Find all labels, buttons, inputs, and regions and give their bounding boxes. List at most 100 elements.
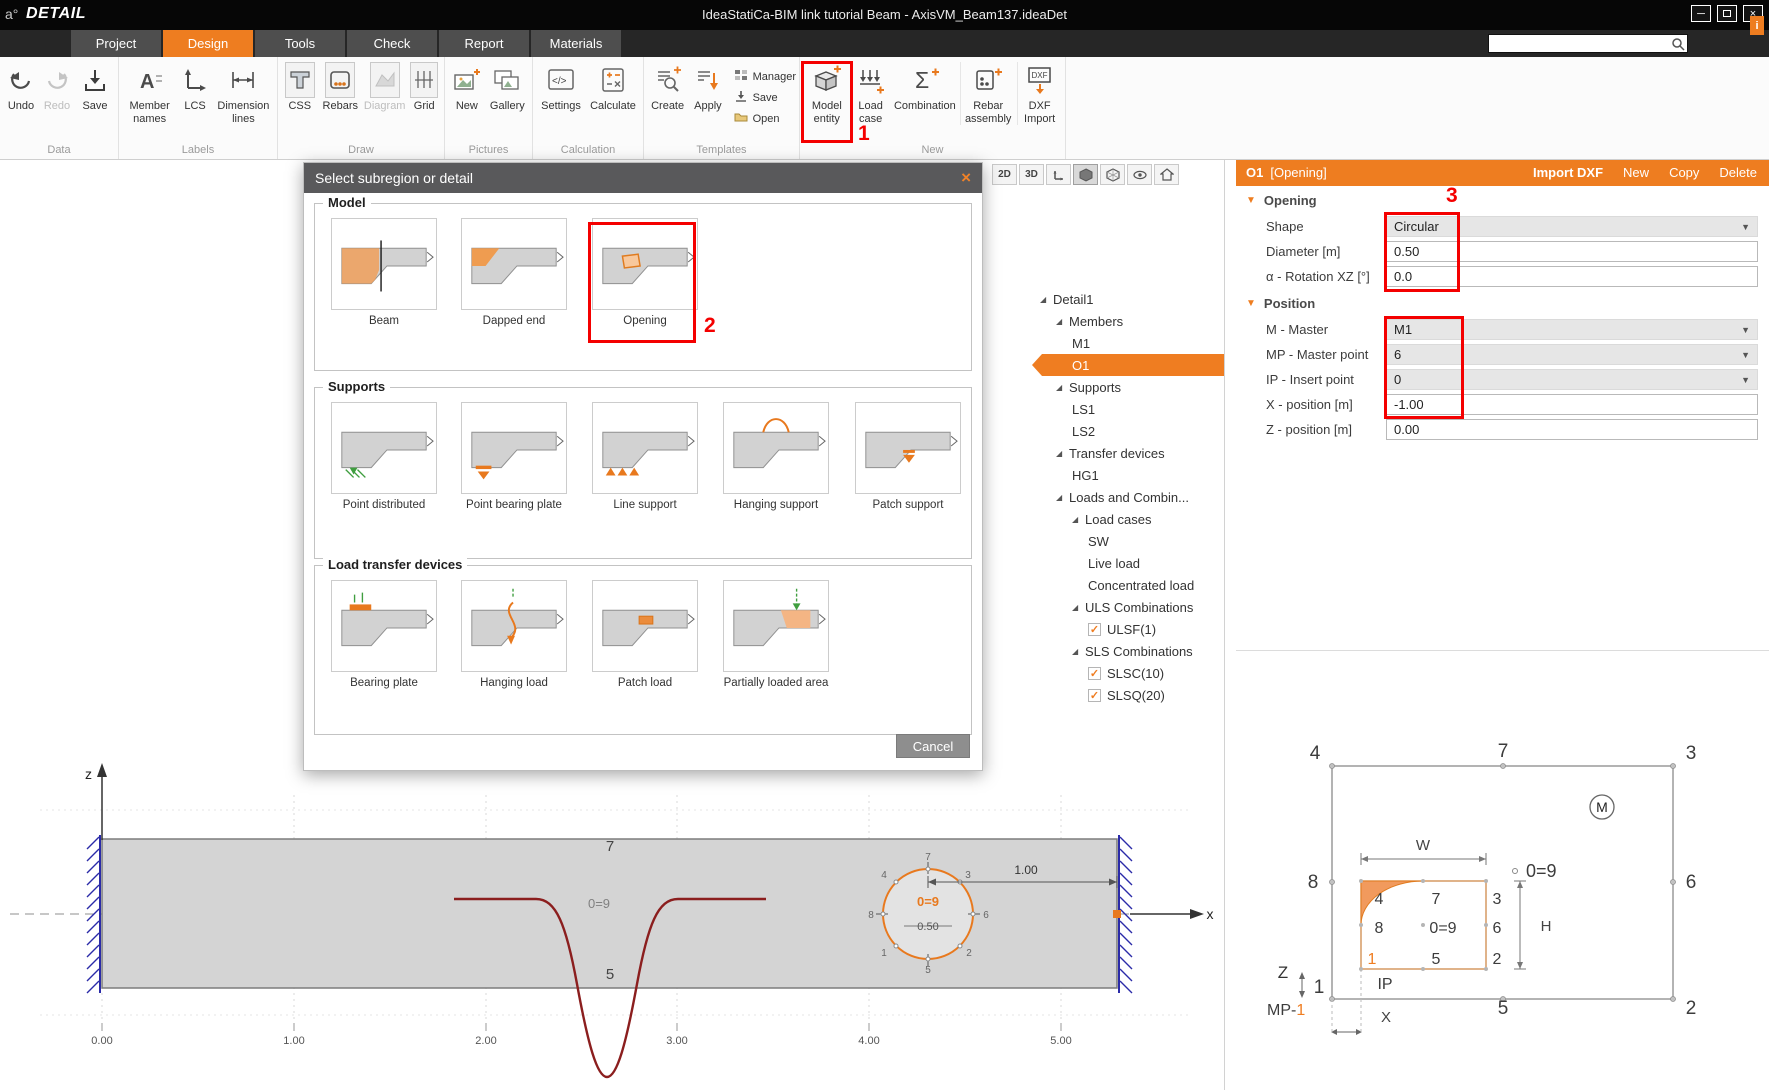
combination-button[interactable]: Σ Combination — [892, 62, 959, 113]
thumb-patch-support[interactable]: Patch support — [855, 402, 961, 511]
search-input[interactable] — [1489, 35, 1669, 52]
rebars-button[interactable]: Rebars — [320, 62, 361, 113]
template-open-button[interactable]: Open — [734, 108, 796, 129]
info-button[interactable]: i — [1750, 16, 1764, 35]
dimension-lines-button[interactable]: Dimension lines — [214, 62, 273, 125]
tree-item-detail1[interactable]: ◢Detail1 — [1030, 288, 1224, 310]
lcs-button[interactable]: LCS — [178, 62, 212, 113]
lcs-icon — [182, 62, 208, 98]
checkbox-checked[interactable]: ✓ — [1088, 667, 1101, 680]
tree-item-load-cases[interactable]: ◢Load cases — [1030, 508, 1224, 530]
tree-item-slsc10[interactable]: ✓SLSC(10) — [1030, 662, 1224, 684]
thumb-hanging-load[interactable]: Hanging load — [461, 580, 567, 689]
dxf-import-button[interactable]: DXF DXF Import — [1017, 62, 1061, 125]
copy-entity-button[interactable]: Copy — [1669, 165, 1699, 180]
tree-item-ls1[interactable]: LS1 — [1030, 398, 1224, 420]
view-2d-button[interactable]: 2D — [992, 164, 1017, 185]
css-button[interactable]: CSS — [282, 62, 318, 113]
cancel-button[interactable]: Cancel — [896, 734, 970, 758]
chevron-down-icon: ▼ — [1246, 298, 1256, 309]
thumb-patch-load[interactable]: Patch load — [592, 580, 698, 689]
tab-materials[interactable]: Materials — [531, 30, 621, 57]
calculate-button[interactable]: Calculate — [587, 62, 639, 113]
thumb-line-support[interactable]: Line support — [592, 402, 698, 511]
import-dxf-button[interactable]: Import DXF — [1533, 165, 1603, 180]
point-bearing-plate-thumbnail-image — [461, 402, 567, 494]
tree-item-m1[interactable]: M1 — [1030, 332, 1224, 354]
section-opening[interactable]: ▼ Opening — [1236, 186, 1769, 214]
thumb-dapped-end[interactable]: Dapped end — [461, 218, 567, 327]
view-wireframe-button[interactable] — [1100, 164, 1125, 185]
tab-design[interactable]: Design — [163, 30, 253, 57]
maximize-button[interactable] — [1717, 5, 1737, 22]
checkbox-checked[interactable]: ✓ — [1088, 623, 1101, 636]
svg-text:3: 3 — [1493, 891, 1502, 908]
beam-thumbnail-image — [331, 218, 437, 310]
delete-entity-button[interactable]: Delete — [1719, 165, 1757, 180]
tree-item-ulsf1[interactable]: ✓ULSF(1) — [1030, 618, 1224, 640]
svg-text:2: 2 — [1493, 951, 1502, 968]
template-save-button[interactable]: Save — [734, 87, 796, 108]
save-button[interactable]: Save — [76, 62, 114, 113]
settings-button[interactable]: </> Settings — [537, 62, 585, 113]
thumb-partially-loaded-area[interactable]: Partially loaded area — [723, 580, 829, 689]
thumb-bearing-plate[interactable]: Bearing plate — [331, 580, 437, 689]
opening-detail[interactable]: 4 7 3 8 0=9 6 1 5 2 — [1359, 879, 1502, 971]
view-3d-button[interactable]: 3D — [1019, 164, 1044, 185]
checkbox-checked[interactable]: ✓ — [1088, 689, 1101, 702]
rebar-assembly-button[interactable]: Rebar assembly — [960, 62, 1015, 125]
tree-item-slsq20[interactable]: ✓SLSQ(20) — [1030, 684, 1224, 706]
tree-item-members[interactable]: ◢Members — [1030, 310, 1224, 332]
tree-item-hg1[interactable]: HG1 — [1030, 464, 1224, 486]
template-apply-button[interactable]: Apply — [689, 62, 726, 113]
gallery-button[interactable]: Gallery — [487, 62, 528, 113]
tree-item-concentrated-load[interactable]: Concentrated load — [1030, 574, 1224, 596]
svg-text:7: 7 — [1498, 741, 1509, 762]
dialog-close-icon[interactable]: × — [961, 168, 971, 188]
dialog-header[interactable]: Select subregion or detail × — [304, 163, 982, 193]
undo-button[interactable]: Undo — [4, 62, 38, 113]
tree-item-sw[interactable]: SW — [1030, 530, 1224, 552]
z-position-input[interactable]: 0.00 — [1386, 419, 1758, 440]
view-solid-button[interactable] — [1073, 164, 1098, 185]
tab-tools[interactable]: Tools — [255, 30, 345, 57]
bearing-plate-thumbnail-image — [331, 580, 437, 672]
member-names-button[interactable]: A Member names — [123, 62, 176, 125]
tree-item-transfer-devices[interactable]: ◢Transfer devices — [1030, 442, 1224, 464]
view-axes-button[interactable] — [1046, 164, 1071, 185]
detail-canvas[interactable]: 4 7 3 8 6 1 5 2 M 4 7 3 8 — [1245, 727, 1765, 1089]
tab-project[interactable]: Project — [71, 30, 161, 57]
grid-button[interactable]: Grid — [408, 62, 440, 113]
redo-icon — [44, 62, 70, 98]
thumb-point-distributed[interactable]: Point distributed — [331, 402, 437, 511]
tree-item-sls-combinations[interactable]: ◢SLS Combinations — [1030, 640, 1224, 662]
load-case-button[interactable]: Load case — [852, 62, 890, 125]
tree-item-o1[interactable]: O1 — [1030, 354, 1224, 376]
expander-icon: ◢ — [1056, 493, 1069, 502]
template-create-button[interactable]: Create — [648, 62, 687, 113]
window-title: IdeaStatiCa-BIM link tutorial Beam - Axi… — [0, 7, 1769, 22]
tree-item-ls2[interactable]: LS2 — [1030, 420, 1224, 442]
tab-check[interactable]: Check — [347, 30, 437, 57]
diagram-button[interactable]: Diagram — [363, 62, 406, 113]
tab-report[interactable]: Report — [439, 30, 529, 57]
tree-item-uls-combinations[interactable]: ◢ULS Combinations — [1030, 596, 1224, 618]
view-visibility-button[interactable] — [1127, 164, 1152, 185]
thumb-hanging-support[interactable]: Hanging support — [723, 402, 829, 511]
view-home-button[interactable] — [1154, 164, 1179, 185]
tree-item-loads-and-combinations[interactable]: ◢Loads and Combin... — [1030, 486, 1224, 508]
section-position[interactable]: ▼ Position — [1236, 289, 1769, 317]
redo-button[interactable]: Redo — [40, 62, 74, 113]
search-box[interactable] — [1488, 34, 1688, 53]
picture-new-button[interactable]: New — [449, 62, 485, 113]
svg-text:2: 2 — [966, 948, 972, 959]
minimize-button[interactable]: ─ — [1691, 5, 1711, 22]
thumb-point-bearing-plate[interactable]: Point bearing plate — [461, 402, 567, 511]
template-manager-button[interactable]: Manager — [734, 66, 796, 87]
tree-item-supports[interactable]: ◢Supports — [1030, 376, 1224, 398]
thumb-beam[interactable]: Beam — [331, 218, 437, 327]
dialog-title: Select subregion or detail — [315, 170, 473, 186]
new-entity-button[interactable]: New — [1623, 165, 1649, 180]
tree-item-live-load[interactable]: Live load — [1030, 552, 1224, 574]
beam-canvas[interactable]: z x 7 0=9 5 4 7 3 8 6 1 5 — [0, 739, 1224, 1090]
